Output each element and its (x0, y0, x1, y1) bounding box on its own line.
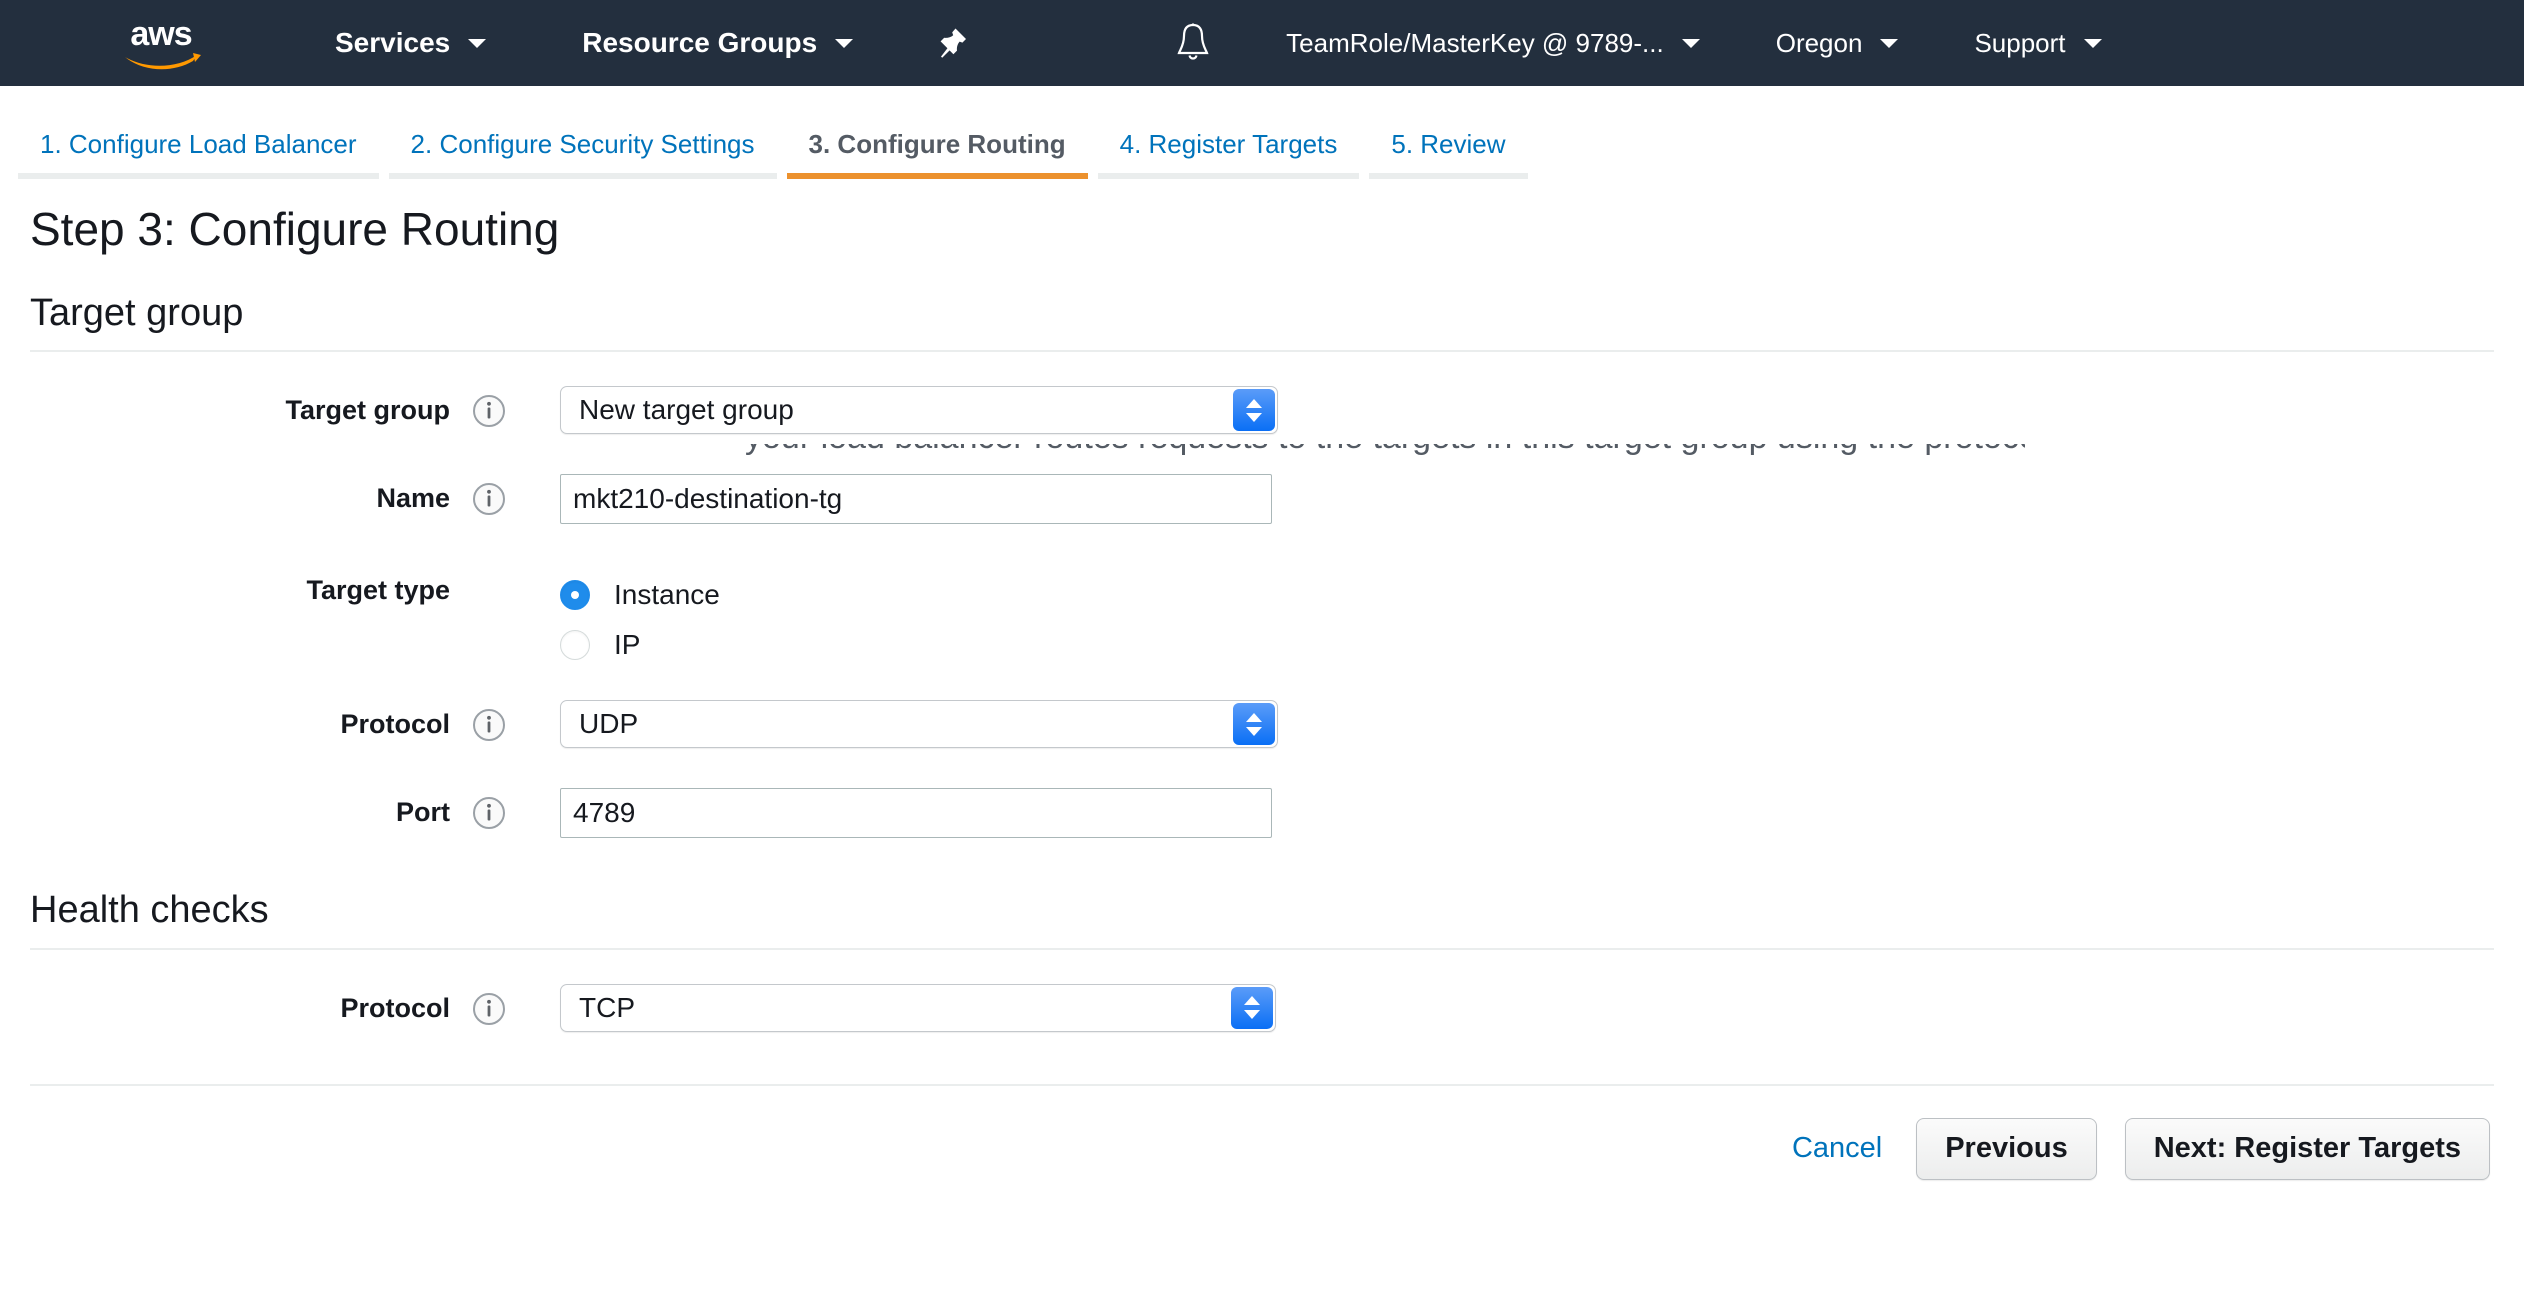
radio-ip-indicator[interactable] (560, 630, 590, 661)
nav-support-menu[interactable]: Support (1948, 0, 2127, 86)
aws-logo[interactable]: aws (115, 15, 207, 71)
field-row-name: Name (30, 474, 2494, 536)
health-check-protocol-select-value: TCP (579, 991, 635, 1023)
radio-ip-label: IP (614, 629, 641, 661)
info-icon[interactable] (472, 394, 506, 428)
chevron-down-icon (2083, 38, 2102, 48)
target-group-form: Target group New target group Name mkt21… (30, 352, 2494, 850)
info-icon[interactable] (472, 482, 506, 516)
health-check-protocol-label: Protocol (340, 992, 450, 1023)
page-title: Step 3: Configure Routing (30, 204, 2494, 255)
port-label: Port (396, 797, 450, 828)
target-group-select-value: New target group (579, 394, 794, 426)
nav-services-menu[interactable]: Services (309, 0, 512, 86)
nav-resource-groups-label: Resource Groups (582, 27, 818, 58)
tab-configure-security-settings[interactable]: 2. Configure Security Settings (388, 131, 777, 179)
tab-configure-load-balancer[interactable]: 1. Configure Load Balancer (18, 131, 379, 179)
protocol-select-wrap: UDP (560, 700, 1278, 749)
protocol-select[interactable]: UDP (560, 700, 1278, 749)
target-group-select-wrap: New target group (560, 386, 1278, 435)
tab-register-targets[interactable]: 4. Register Targets (1097, 131, 1360, 179)
name-label: Name (376, 483, 450, 514)
target-type-radio-group: Instance IP (560, 566, 720, 670)
name-input-wrap (560, 474, 1272, 525)
chevron-down-icon (1681, 38, 1700, 48)
field-row-target-group: Target group New target group (30, 386, 2494, 448)
health-check-protocol-select[interactable]: TCP (560, 983, 1276, 1032)
nav-account-menu[interactable]: TeamRole/MasterKey @ 9789-... (1260, 0, 1726, 86)
nav-region-menu[interactable]: Oregon (1750, 0, 1925, 86)
nav-region-label: Oregon (1775, 27, 1863, 58)
wizard-step-tabs: 1. Configure Load Balancer 2. Configure … (0, 86, 2524, 179)
previous-button[interactable]: Previous (1916, 1117, 2097, 1180)
top-navigation-bar: aws Services Resource Groups TeamRole/Ma… (0, 0, 2524, 86)
nav-right-group: TeamRole/MasterKey @ 9789-... Oregon Sup… (1260, 0, 2127, 86)
nav-resource-groups-menu[interactable]: Resource Groups (556, 0, 879, 86)
protocol-select-value: UDP (579, 708, 639, 740)
health-check-protocol-select-wrap: TCP (560, 983, 1276, 1032)
field-row-health-check-protocol: Protocol TCP (30, 983, 2494, 1046)
tab-configure-routing[interactable]: 3. Configure Routing (786, 131, 1088, 179)
field-row-protocol: Protocol UDP (30, 700, 2494, 762)
wizard-footer-actions: Cancel Previous Next: Register Targets (0, 1086, 2524, 1180)
target-group-label: Target group (285, 395, 451, 426)
select-stepper-icon[interactable] (1233, 389, 1275, 432)
port-input[interactable] (560, 788, 1272, 839)
next-register-targets-button[interactable]: Next: Register Targets (2124, 1117, 2490, 1180)
radio-option-instance[interactable]: Instance (560, 570, 720, 620)
field-row-target-type: Target type Instance IP (30, 566, 2494, 670)
target-type-label: Target type (306, 575, 450, 606)
info-icon[interactable] (472, 708, 506, 742)
select-stepper-icon[interactable] (1233, 703, 1275, 746)
name-input[interactable] (560, 474, 1272, 525)
protocol-label: Protocol (340, 709, 450, 740)
select-stepper-icon[interactable] (1231, 986, 1273, 1029)
target-group-section-heading: Target group (30, 291, 244, 334)
tab-review[interactable]: 5. Review (1369, 131, 1528, 179)
nav-services-label: Services (335, 27, 451, 58)
nav-account-label: TeamRole/MasterKey @ 9789-... (1286, 27, 1664, 58)
nav-support-label: Support (1974, 27, 2066, 58)
radio-option-ip[interactable]: IP (560, 620, 720, 670)
chevron-down-icon (835, 38, 854, 48)
svg-text:aws: aws (130, 15, 191, 53)
info-icon[interactable] (472, 796, 506, 830)
bell-icon[interactable] (1170, 18, 1216, 68)
health-checks-form: Protocol TCP (30, 950, 2494, 1046)
chevron-down-icon (1880, 38, 1899, 48)
port-input-wrap (560, 788, 1272, 839)
health-checks-section-heading: Health checks (30, 889, 269, 932)
radio-instance-indicator[interactable] (560, 580, 590, 611)
chevron-down-icon (468, 38, 487, 48)
target-group-select[interactable]: New target group (560, 386, 1278, 435)
radio-instance-label: Instance (614, 579, 720, 611)
info-icon[interactable] (472, 992, 506, 1026)
page-content: your load balancer routes requests to th… (0, 204, 2524, 1046)
cancel-button[interactable]: Cancel (1786, 1132, 1888, 1165)
field-row-port: Port (30, 788, 2494, 850)
pushpin-icon[interactable] (929, 20, 975, 66)
info-icon-placeholder (472, 574, 506, 608)
